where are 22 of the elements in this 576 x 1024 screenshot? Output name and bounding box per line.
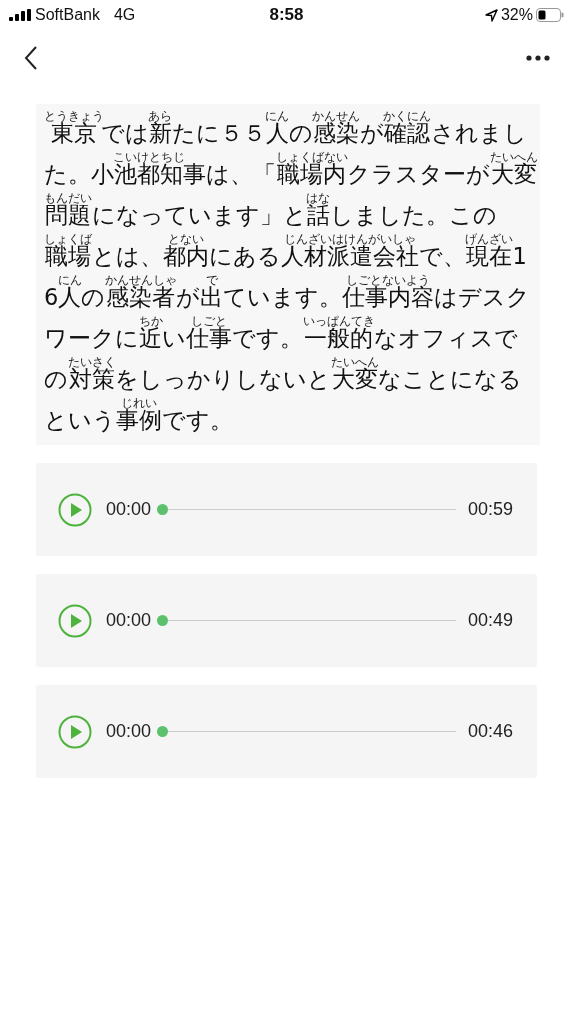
current-time: 00:00 (106, 610, 152, 631)
battery-percent: 32% (500, 6, 533, 24)
progress-thumb[interactable] (157, 615, 169, 626)
signal-icon (9, 9, 31, 21)
carrier-name: SoftBank (35, 6, 100, 24)
back-icon[interactable] (24, 45, 38, 71)
network-type: 4G (113, 6, 136, 24)
current-time: 00:00 (106, 721, 152, 742)
duration-time: 00:46 (467, 721, 513, 742)
clock-time: 8:58 (269, 5, 304, 25)
battery-icon (536, 8, 564, 22)
play-button[interactable] (58, 714, 92, 749)
current-time: 00:00 (106, 499, 152, 520)
article-text: 東京 とうきょう では新 あら たに５５ 人 にん の感染 かんせん が確認 かくにん されました。小池都知事 こいけとちじ は、「職場内 しょくばない クラスターが大変 たいへん 問題 もんだい になっています」と 話 はな しました。この 職場 しょくば とは、都内 とない にある人材派遣会社 じんざいはけんがいしゃ で、現在 げんざい 16人 にん の感染者 かんせんしゃ が出 で ています。仕事内容 しごとないよう はデスクワークに近 ちか い仕事 しごと です。一般的 いっぱんてき なオフィスでの対策 たいさく をしっかりしないと 大変 たいへん なことになるという 事例 じれい です。 (44, 110, 538, 435)
duration-time: 00:49 (467, 610, 513, 631)
more-icon[interactable] (526, 55, 550, 61)
progress-thumb[interactable] (157, 726, 169, 737)
location-arrow-icon (484, 8, 498, 22)
play-button[interactable] (58, 492, 92, 527)
duration-time: 00:59 (467, 499, 513, 520)
progress-thumb[interactable] (157, 504, 169, 515)
play-button[interactable] (58, 603, 92, 638)
